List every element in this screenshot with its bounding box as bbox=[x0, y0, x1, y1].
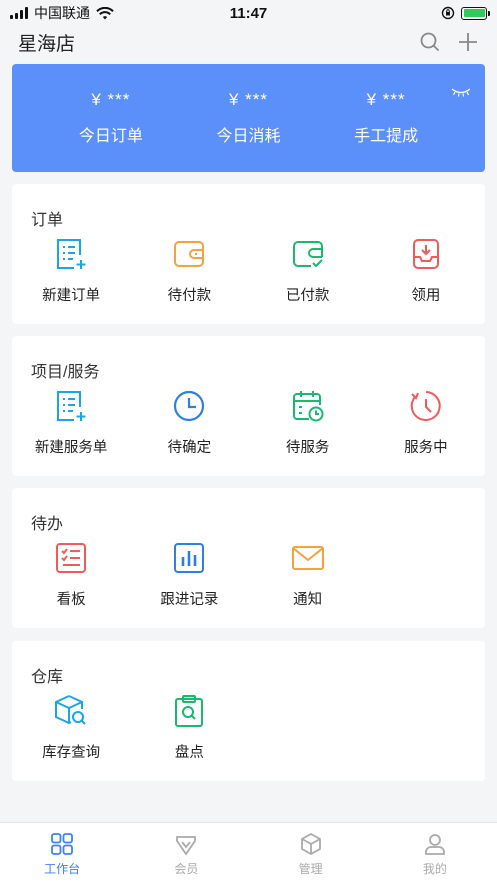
section-orders: 订单 新建订单 待付款 已付款 领用 bbox=[12, 184, 485, 324]
stat-value: ¥ *** bbox=[91, 90, 131, 109]
status-time: 11:47 bbox=[229, 4, 268, 22]
stocktake-button[interactable]: 盘点 bbox=[130, 693, 248, 762]
cube-icon bbox=[300, 832, 321, 856]
grid-item-label: 库存查询 bbox=[42, 745, 101, 761]
tab-members[interactable]: 会员 bbox=[124, 823, 248, 883]
clipboard-search-icon bbox=[171, 693, 207, 729]
stats-card: ¥ *** 今日订单 ¥ *** 今日消耗 ¥ *** 手工提成 bbox=[12, 64, 485, 172]
bar-chart-icon bbox=[171, 540, 207, 576]
in-service-button[interactable]: 服务中 bbox=[367, 388, 485, 457]
stat-today-consumption[interactable]: ¥ *** 今日消耗 bbox=[193, 90, 303, 146]
vip-icon bbox=[176, 836, 197, 856]
stat-label: 今日消耗 bbox=[216, 128, 281, 145]
grid-item-label: 待服务 bbox=[285, 440, 330, 456]
section-title: 待办 bbox=[31, 516, 64, 533]
eye-closed-icon[interactable] bbox=[451, 86, 471, 98]
stat-value: ¥ *** bbox=[366, 90, 406, 109]
new-service-icon bbox=[53, 388, 89, 424]
stat-today-orders[interactable]: ¥ *** 今日订单 bbox=[56, 90, 166, 146]
clock-icon bbox=[171, 388, 207, 424]
grid-item-label: 跟进记录 bbox=[160, 592, 219, 608]
warehouse-grid: 库存查询 盘点 bbox=[12, 693, 485, 762]
tab-management[interactable]: 管理 bbox=[249, 823, 373, 883]
new-order-icon bbox=[53, 236, 89, 272]
orders-grid: 新建订单 待付款 已付款 领用 bbox=[12, 236, 485, 305]
new-order-button[interactable]: 新建订单 bbox=[12, 236, 130, 305]
grid-item-label: 领用 bbox=[411, 288, 441, 304]
pending-payment-button[interactable]: 待付款 bbox=[130, 236, 248, 305]
tab-label: 管理 bbox=[298, 862, 323, 876]
grid-item-label: 待付款 bbox=[167, 288, 212, 304]
tab-label: 工作台 bbox=[44, 862, 81, 876]
dashboard-button[interactable]: 看板 bbox=[12, 540, 130, 609]
battery-icon bbox=[461, 6, 490, 20]
pending-service-button[interactable]: 待服务 bbox=[249, 388, 367, 457]
box-search-icon bbox=[53, 693, 89, 729]
wallet-icon bbox=[171, 236, 207, 272]
inventory-query-button[interactable]: 库存查询 bbox=[12, 693, 130, 762]
section-title: 仓库 bbox=[31, 669, 64, 686]
requisition-button[interactable]: 领用 bbox=[367, 236, 485, 305]
grid-item-label: 盘点 bbox=[174, 745, 204, 761]
grid-item-label: 已付款 bbox=[285, 288, 330, 304]
header-actions bbox=[419, 31, 479, 53]
section-todo: 待办 看板 跟进记录 通知 bbox=[12, 488, 485, 628]
tab-label: 会员 bbox=[174, 862, 199, 876]
section-title: 项目/服务 bbox=[31, 364, 100, 381]
user-icon bbox=[424, 834, 445, 855]
timer-progress-icon bbox=[408, 388, 444, 424]
grid-icon bbox=[51, 833, 74, 855]
wallet-check-icon bbox=[290, 236, 326, 272]
new-service-order-button[interactable]: 新建服务单 bbox=[12, 388, 130, 457]
stat-label: 手工提成 bbox=[354, 128, 419, 145]
tab-workbench[interactable]: 工作台 bbox=[0, 823, 124, 883]
calendar-clock-icon bbox=[290, 388, 326, 424]
section-warehouse: 仓库 库存查询 盘点 bbox=[12, 641, 485, 781]
inbox-download-icon bbox=[408, 236, 444, 272]
search-icon[interactable] bbox=[419, 31, 441, 53]
notifications-button[interactable]: 通知 bbox=[249, 540, 367, 609]
section-services: 项目/服务 新建服务单 待确定 待服务 服务中 bbox=[12, 336, 485, 476]
tab-profile[interactable]: 我的 bbox=[373, 823, 497, 883]
section-title: 订单 bbox=[31, 212, 64, 229]
follow-up-records-button[interactable]: 跟进记录 bbox=[130, 540, 248, 609]
pending-confirm-button[interactable]: 待确定 bbox=[130, 388, 248, 457]
status-bar: 中国联通 11:47 bbox=[0, 0, 497, 26]
todo-grid: 看板 跟进记录 通知 bbox=[12, 540, 485, 609]
stat-label: 今日订单 bbox=[78, 128, 143, 145]
mail-icon bbox=[290, 540, 326, 576]
grid-item-label: 服务中 bbox=[404, 440, 448, 456]
stat-value: ¥ *** bbox=[228, 90, 268, 109]
grid-item-label: 新建服务单 bbox=[34, 440, 108, 456]
stat-manual-commission[interactable]: ¥ *** 手工提成 bbox=[331, 90, 441, 146]
paid-button[interactable]: 已付款 bbox=[249, 236, 367, 305]
bottom-tab-bar: 工作台 会员 管理 我的 bbox=[0, 822, 497, 883]
tab-label: 我的 bbox=[422, 862, 447, 876]
grid-item-label: 待确定 bbox=[167, 440, 212, 456]
checklist-icon bbox=[53, 540, 89, 576]
plus-icon[interactable] bbox=[457, 31, 479, 53]
app-header: 星海店 bbox=[0, 26, 497, 58]
grid-item-label: 通知 bbox=[293, 592, 323, 608]
grid-item-label: 新建订单 bbox=[42, 288, 101, 304]
store-name[interactable]: 星海店 bbox=[18, 29, 75, 56]
grid-item-label: 看板 bbox=[56, 592, 86, 608]
services-grid: 新建服务单 待确定 待服务 服务中 bbox=[12, 388, 485, 457]
